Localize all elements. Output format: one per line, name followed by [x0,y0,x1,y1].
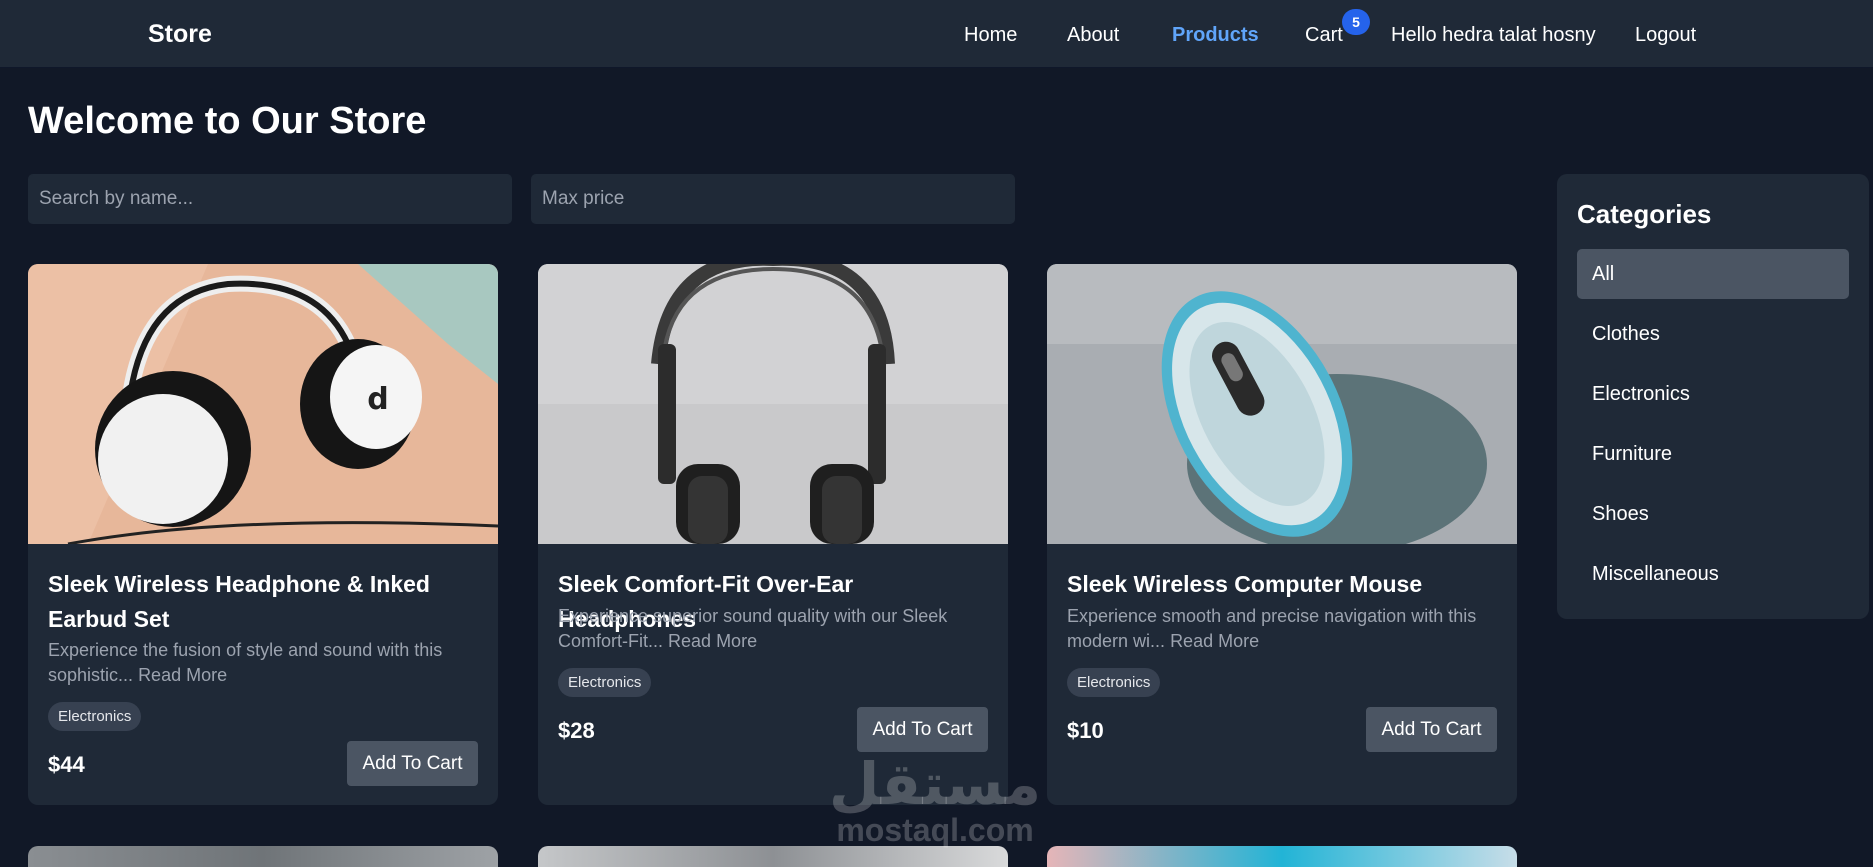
category-shoes[interactable]: Shoes [1577,489,1849,539]
product-image-over-ear-headphones[interactable] [538,264,1008,544]
product-card: Sleek Comfort-Fit Over-Ear Headphones Ex… [538,264,1008,805]
product-price: $10 [1067,718,1104,743]
user-greeting: Hello hedra talat hosny [1391,24,1596,46]
category-badge: Electronics [558,668,652,697]
product-price: $44 [48,752,85,777]
product-image-computer-mouse[interactable] [1047,264,1517,544]
read-more-link[interactable]: Read More [138,665,227,685]
product-title: Sleek Wireless Headphone & Inked Earbud … [48,571,430,632]
product-card-partial [1047,846,1517,867]
category-electronics[interactable]: Electronics [1577,369,1849,419]
nav-about[interactable]: About [1067,24,1119,47]
description-text: Experience the fusion of style and sound… [48,640,443,685]
svg-text:d: d [367,382,388,417]
description-text: Experience smooth and precise navigation… [1067,606,1477,651]
product-price: $28 [558,718,595,743]
product-image-headphone-earbud-set[interactable]: d [28,264,498,544]
category-all[interactable]: All [1577,249,1849,299]
cart-count-badge: 5 [1342,9,1370,35]
categories-sidebar: Categories All Clothes Electronics Furni… [1557,174,1869,619]
product-description: Experience the fusion of style and sound… [48,638,478,688]
read-more-link[interactable]: Read More [1170,631,1259,651]
category-clothes[interactable]: Clothes [1577,309,1849,359]
brand-logo[interactable]: Store [148,20,212,49]
nav-home[interactable]: Home [964,24,1017,47]
page-title: Welcome to Our Store [28,100,427,142]
product-description: Experience superior sound quality with o… [558,604,988,654]
add-to-cart-button[interactable]: Add To Cart [857,707,988,752]
product-card: d Sleek Wireless Headphone & Inked Earbu… [28,264,498,805]
nav-products[interactable]: Products [1172,24,1259,47]
navbar: Store Home About Products Cart 5 Hello h… [0,0,1873,68]
nav-logout[interactable]: Logout [1635,24,1696,47]
category-badge: Electronics [1067,668,1161,697]
add-to-cart-button[interactable]: Add To Cart [347,741,478,786]
product-title: Sleek Wireless Computer Mouse [1067,571,1423,597]
watermark-latin: mostaql.com [836,812,1034,848]
product-card-partial [538,846,1008,867]
product-card-partial [28,846,498,867]
category-badge: Electronics [48,702,142,731]
product-description: Experience smooth and precise navigation… [1067,604,1497,654]
sidebar-title: Categories [1577,199,1712,229]
max-price-input[interactable] [531,174,1015,224]
nav-cart[interactable]: Cart [1305,24,1343,47]
product-card: Sleek Wireless Computer Mouse Experience… [1047,264,1517,805]
read-more-link[interactable]: Read More [668,631,757,651]
category-furniture[interactable]: Furniture [1577,429,1849,479]
add-to-cart-button[interactable]: Add To Cart [1366,707,1497,752]
category-miscellaneous[interactable]: Miscellaneous [1577,549,1849,599]
search-input[interactable] [28,174,512,224]
